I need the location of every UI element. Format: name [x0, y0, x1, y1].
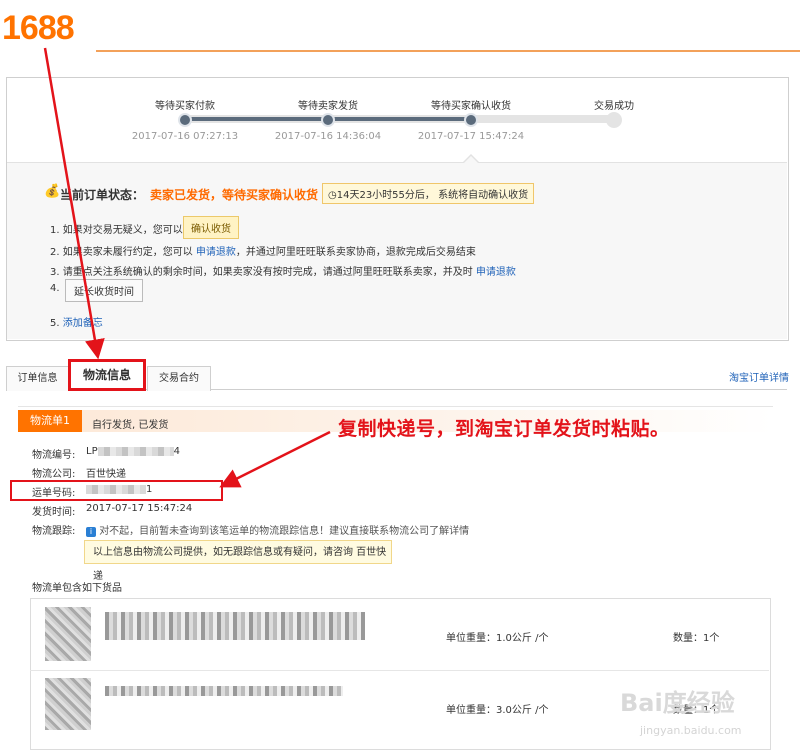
product-thumbnail[interactable] [45, 607, 91, 661]
countdown-tail: 系统将自动确认收货 [438, 190, 529, 201]
waybill-suffix: 1 [146, 484, 153, 495]
tab-contract-label: 交易合约 [159, 373, 199, 384]
logistics-top-border [18, 406, 773, 407]
logo-1688[interactable]: 1688 [2, 8, 75, 48]
goods-qty: 数量：1个 [673, 633, 720, 644]
step-label-2: 等待卖家发货 [298, 101, 358, 112]
logistics-badge[interactable]: 物流单1 [18, 410, 82, 432]
waybill-label: 运单号码: [32, 488, 76, 499]
instruction-1-num: 1. [50, 225, 60, 236]
step-time-3: 2017-07-17 15:47:24 [417, 131, 525, 142]
logistics-no-label: 物流编号: [32, 450, 76, 461]
header-divider [96, 50, 800, 52]
logistics-notice: 以上信息由物流公司提供，如无跟踪信息或有疑问，请咨询 百世快递 [84, 540, 392, 582]
ship-time-label: 发货时间: [32, 507, 76, 518]
watermark: Bai度经验 [620, 689, 735, 717]
ship-time-value: 2017-07-17 15:47:24 [86, 503, 193, 514]
goods-weight: 单位重量：1.0公斤 /个 [446, 633, 549, 644]
tracking-message: i 对不起，目前暂未查询到该笔运单的物流跟踪信息！建议直接联系物流公司了解详情 [86, 522, 469, 537]
goods-row-separator [30, 670, 769, 671]
goods-title: 物流单包含如下货品 [32, 583, 122, 594]
clock-icon: ◷ [328, 190, 337, 201]
add-memo-link[interactable]: 添加备忘 [63, 318, 103, 329]
extend-receipt-time-button[interactable]: 延长收货时间 [65, 279, 143, 302]
tab-order-info[interactable]: 订单信息 [6, 366, 69, 391]
tab-contract[interactable]: 交易合约 [147, 366, 211, 391]
instruction-2-text: 如果卖家未履行约定，您可以 [62, 247, 193, 258]
tab-order-info-label: 订单信息 [17, 373, 58, 384]
logistics-header-text: 自行发货, 已发货 [92, 420, 169, 431]
status-caret-inner [464, 156, 478, 163]
watermark-url: jingyan.baidu.com [640, 724, 742, 737]
status-value: 卖家已发货，等待买家确认收货 [150, 188, 319, 202]
instruction-2: 2. 如果卖家未履行约定，您可以 申请退款，并通过阿里旺旺联系卖家协商，退款完成… [50, 243, 476, 258]
apply-refund-link-2[interactable]: 申请退款 [476, 267, 516, 278]
logistics-company-label: 物流公司: [32, 469, 76, 480]
instruction-2-num: 2. [50, 247, 60, 258]
step-label-4: 交易成功 [594, 101, 634, 112]
logistics-no-suffix: 4 [173, 446, 180, 457]
status-title: 当前订单状态： [60, 188, 145, 202]
info-icon: i [86, 527, 96, 537]
redacted-block [97, 446, 174, 456]
product-thumbnail[interactable] [45, 678, 91, 730]
arrow-to-waybill [219, 430, 331, 488]
instruction-3: 3. 请重点关注系统确认的剩余时间，如果卖家没有按时完成，请通过阿里旺旺联系卖家… [50, 263, 516, 278]
tracking-message-text: 对不起，目前暂未查询到该笔运单的物流跟踪信息！建议直接联系物流公司了解详情 [99, 526, 470, 537]
instruction-2-tail: ，并通过阿里旺旺联系卖家协商，退款完成后交易结束 [235, 247, 476, 258]
logistics-no-value: LP 4 [86, 446, 180, 457]
step-time-1: 2017-07-16 07:27:13 [131, 131, 239, 142]
confirm-receipt-button[interactable]: 确认收货 [183, 216, 239, 239]
instruction-1: 1. 如果对交易无疑义，您可以 [50, 221, 183, 236]
order-status-icon: 💰 [44, 184, 61, 199]
redacted-block [86, 484, 146, 494]
instruction-4-num: 4. [50, 283, 60, 294]
goods-weight: 单位重量：3.0公斤 /个 [446, 705, 549, 716]
tracking-label: 物流跟踪: [32, 526, 76, 537]
step-dot-2 [321, 113, 335, 127]
instruction-1-text: 如果对交易无疑义，您可以 [62, 225, 183, 236]
taobao-order-detail-link[interactable]: 淘宝订单详情 [729, 369, 789, 384]
countdown-time: 14天23小时55分后， [336, 190, 435, 201]
annotation-text: 复制快递号，到淘宝订单发货时粘贴。 [338, 418, 670, 440]
instruction-5: 5. 添加备忘 [50, 314, 103, 329]
instruction-3-num: 3. [50, 267, 60, 278]
step-time-2: 2017-07-16 14:36:04 [274, 131, 382, 142]
product-name-redacted[interactable] [105, 686, 343, 696]
step-dot-3 [464, 113, 478, 127]
step-dot-4 [606, 112, 622, 128]
apply-refund-link[interactable]: 申请退款 [196, 247, 236, 258]
instruction-3-text: 请重点关注系统确认的剩余时间，如果卖家没有按时完成，请通过阿里旺旺联系卖家，并及… [62, 267, 473, 278]
countdown-box: ◷14天23小时55分后， 系统将自动确认收货 [322, 183, 535, 204]
instruction-5-num: 5. [50, 318, 60, 329]
step-dot-1 [178, 113, 192, 127]
waybill-value[interactable]: 1 [86, 484, 152, 495]
step-label-1: 等待买家付款 [155, 101, 215, 112]
product-name-redacted[interactable] [105, 612, 365, 640]
logistics-no-prefix: LP [86, 446, 98, 457]
logistics-company-value: 百世快递 [86, 469, 126, 480]
tab-logistics[interactable]: 物流信息 [68, 359, 146, 391]
step-label-3: 等待买家确认收货 [431, 101, 511, 112]
